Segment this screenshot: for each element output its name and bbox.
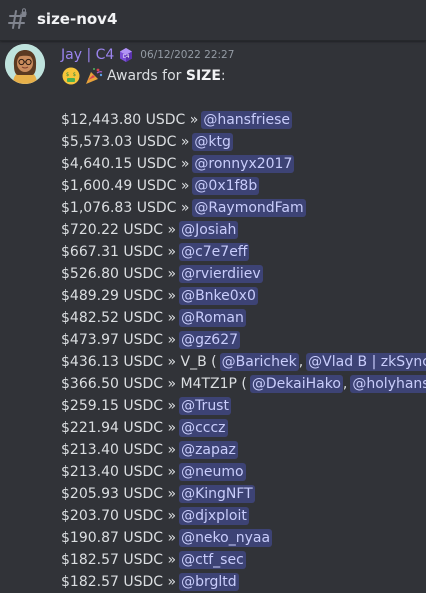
- user-mention[interactable]: @zapaz: [179, 441, 238, 459]
- award-row: $203.70 USDC » @djxploit: [61, 505, 426, 527]
- award-amount: $190.87 USDC »: [61, 530, 177, 546]
- award-row: $12,443.80 USDC » @hansfriese: [61, 109, 426, 131]
- award-amount: $221.94 USDC »: [61, 420, 177, 436]
- user-mention[interactable]: @brgltd: [179, 573, 239, 591]
- svg-text:C4: C4: [123, 54, 130, 60]
- award-row: $489.29 USDC » @Bnke0x0: [61, 285, 426, 307]
- awards-prefix: Awards for: [107, 68, 186, 84]
- awards-suffix: :: [220, 68, 226, 84]
- awards-heading: $ $ Awards for SIZE:: [61, 66, 226, 86]
- award-row-team: $366.50 USDC » M4TZ1P (@DekaiHako, @holyh…: [61, 373, 426, 395]
- award-row: $1,076.83 USDC » @RaymondFam: [61, 197, 426, 219]
- award-row: $213.40 USDC » @zapaz: [61, 439, 426, 461]
- award-row: $473.97 USDC » @gz627: [61, 329, 426, 351]
- avatar-image: [5, 44, 45, 84]
- party-popper-emoji: [86, 68, 103, 84]
- message-header: Jay | C4 C4 06/12/2022 22:27: [61, 45, 234, 65]
- award-amount: $720.22 USDC »: [61, 222, 177, 238]
- awards-contest-name: SIZE: [185, 68, 221, 84]
- mention-separator: ,: [298, 354, 304, 370]
- avatar[interactable]: [5, 44, 45, 84]
- hash-channel-icon: [8, 8, 28, 29]
- user-mention[interactable]: @0x1f8b: [192, 177, 260, 195]
- author-name[interactable]: Jay | C4: [61, 46, 114, 64]
- user-mention[interactable]: @hansfriese: [201, 111, 293, 129]
- user-mention[interactable]: @Barichek: [219, 353, 299, 371]
- user-mention[interactable]: @ktg: [192, 133, 233, 151]
- award-amount: $489.29 USDC »: [61, 288, 177, 304]
- award-amount: $205.93 USDC »: [61, 486, 177, 502]
- user-mention[interactable]: @ctf_sec: [179, 551, 246, 569]
- award-amount: $203.70 USDC »: [61, 508, 177, 524]
- user-mention[interactable]: @gz627: [179, 331, 241, 349]
- award-amount: $12,443.80 USDC »: [61, 112, 199, 128]
- award-amount: $5,573.03 USDC »: [61, 134, 190, 150]
- purple-cube-icon: C4: [120, 48, 133, 62]
- award-row: $482.52 USDC » @Roman: [61, 307, 426, 329]
- award-row: $213.40 USDC » @neumo: [61, 461, 426, 483]
- svg-text:$: $: [66, 72, 69, 78]
- user-mention[interactable]: @Bnke0x0: [179, 287, 258, 305]
- user-mention[interactable]: @neumo: [179, 463, 246, 481]
- chat-message: Jay | C4 C4 06/12/2022 22:27 $ $ Awards …: [0, 40, 426, 591]
- channel-header: size-nov4: [0, 0, 426, 41]
- award-amount: $1,076.83 USDC »: [61, 200, 190, 216]
- award-row: $720.22 USDC » @Josiah: [61, 219, 426, 241]
- award-amount: $4,640.15 USDC »: [61, 156, 190, 172]
- award-amount: $473.97 USDC »: [61, 332, 177, 348]
- user-mention[interactable]: @ronnyx2017: [192, 155, 295, 173]
- award-amount: $213.40 USDC »: [61, 442, 177, 458]
- user-mention[interactable]: @Trust: [179, 397, 231, 415]
- user-mention[interactable]: @djxploit: [179, 507, 249, 525]
- award-row: $5,573.03 USDC » @ktg: [61, 131, 426, 153]
- user-mention[interactable]: @rvierdiiev: [179, 265, 263, 283]
- user-mention[interactable]: @RaymondFam: [192, 199, 306, 217]
- user-mention[interactable]: @Josiah: [179, 221, 239, 239]
- user-mention[interactable]: @holyhansss: [350, 375, 426, 393]
- user-mention[interactable]: @cccz: [179, 419, 228, 437]
- award-amount: $182.57 USDC »: [61, 552, 177, 568]
- award-amount: $526.80 USDC »: [61, 266, 177, 282]
- channel-name[interactable]: size-nov4: [37, 9, 117, 29]
- user-mention[interactable]: @c7e7eff: [179, 243, 250, 261]
- award-amount: $182.57 USDC »: [61, 574, 177, 590]
- award-row: $4,640.15 USDC » @ronnyx2017: [61, 153, 426, 175]
- award-amount: $213.40 USDC »: [61, 464, 177, 480]
- award-amount: $1,600.49 USDC »: [61, 178, 190, 194]
- award-row: $526.80 USDC » @rvierdiiev: [61, 263, 426, 285]
- award-row: $182.57 USDC » @brgltd: [61, 571, 426, 593]
- award-amount: $482.52 USDC »: [61, 310, 177, 326]
- award-row: $205.93 USDC » @KingNFT: [61, 483, 426, 505]
- award-row: $221.94 USDC » @cccz: [61, 417, 426, 439]
- message-timestamp: 06/12/2022 22:27: [140, 49, 235, 61]
- user-mention[interactable]: @neko_nyaa: [179, 529, 273, 547]
- award-amount: $436.13 USDC » V_B (: [61, 354, 217, 370]
- award-row: $259.15 USDC » @Trust: [61, 395, 426, 417]
- awards-list: $12,443.80 USDC » @hansfriese $5,573.03 U…: [61, 109, 426, 593]
- award-row: $1,600.49 USDC » @0x1f8b: [61, 175, 426, 197]
- award-amount: $366.50 USDC » M4TZ1P (: [61, 376, 247, 392]
- award-row: $190.87 USDC » @neko_nyaa: [61, 527, 426, 549]
- award-amount: $259.15 USDC »: [61, 398, 177, 414]
- mention-separator: ,: [342, 376, 348, 392]
- user-mention[interactable]: @DekaiHako: [249, 375, 343, 393]
- user-mention[interactable]: @KingNFT: [179, 485, 255, 503]
- award-amount: $667.31 USDC »: [61, 244, 177, 260]
- award-row: $667.31 USDC » @c7e7eff: [61, 241, 426, 263]
- user-mention[interactable]: @Vlad B | zkSync: [306, 353, 426, 371]
- money-mouth-face-emoji: $ $: [62, 67, 80, 85]
- award-row: $182.57 USDC » @ctf_sec: [61, 549, 426, 571]
- svg-text:$: $: [73, 72, 76, 78]
- user-mention[interactable]: @Roman: [179, 309, 246, 327]
- award-row-team: $436.13 USDC » V_B (@Barichek, @Vlad B | …: [61, 351, 426, 373]
